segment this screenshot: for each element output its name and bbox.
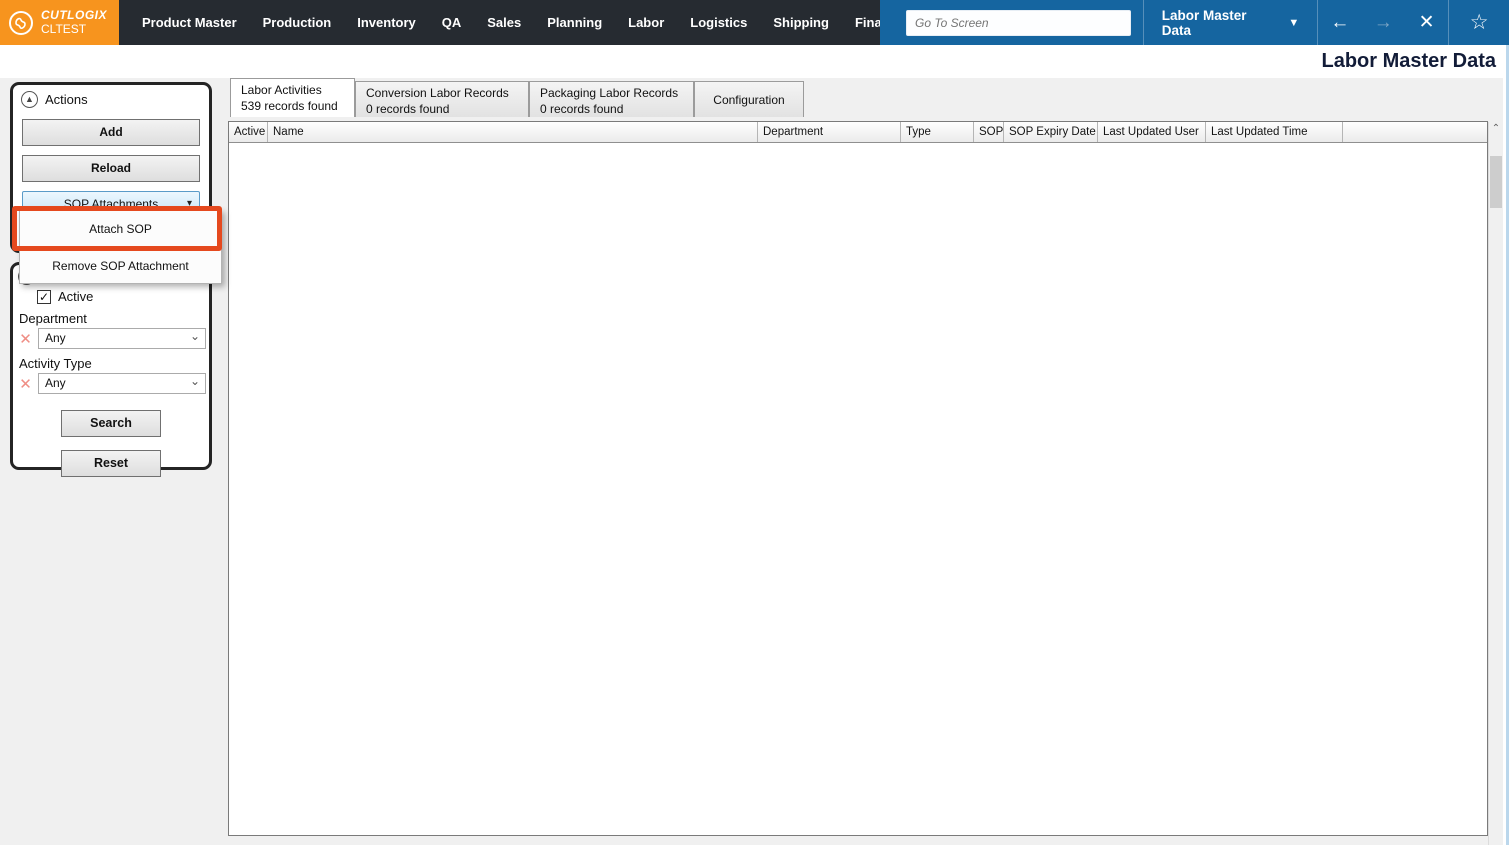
department-select[interactable]: Any ⌄ bbox=[38, 328, 206, 349]
tab-label: Conversion Labor Records bbox=[366, 86, 518, 100]
brand-brain-icon bbox=[7, 9, 35, 37]
chevron-down-icon: ⌄ bbox=[190, 327, 200, 346]
add-button[interactable]: Add bbox=[22, 119, 200, 146]
chevron-down-icon: ▼ bbox=[1288, 17, 1299, 29]
forward-button[interactable]: → bbox=[1362, 12, 1405, 34]
nav-item-labor[interactable]: Labor bbox=[615, 15, 677, 30]
tab-strip: Labor Activities 539 records found Convers… bbox=[230, 78, 804, 117]
nav-item-production[interactable]: Production bbox=[250, 15, 345, 30]
tab-labor-activities[interactable]: Labor Activities 539 records found bbox=[230, 78, 355, 117]
activity-type-select[interactable]: Any ⌄ bbox=[38, 373, 206, 394]
nav-item-product-master[interactable]: Product Master bbox=[129, 15, 250, 30]
tab-packaging-labor-records[interactable]: Packaging Labor Records 0 records found bbox=[529, 81, 694, 117]
vertical-scrollbar[interactable]: ⌃ bbox=[1488, 122, 1503, 845]
close-screen-button[interactable]: ✕ bbox=[1405, 11, 1448, 34]
nav-item-inventory[interactable]: Inventory bbox=[344, 15, 429, 30]
back-button[interactable]: ← bbox=[1318, 12, 1361, 34]
column-header-sop[interactable]: SOP bbox=[974, 122, 1004, 142]
favorite-star-icon[interactable]: ☆ bbox=[1449, 10, 1509, 35]
tab-configuration[interactable]: Configuration bbox=[694, 81, 804, 117]
goto-screen-input[interactable] bbox=[906, 10, 1131, 36]
column-header-department[interactable]: Department bbox=[758, 122, 901, 142]
menu-item-attach-sop[interactable]: Attach SOP bbox=[20, 210, 221, 249]
column-header-type[interactable]: Type bbox=[901, 122, 974, 142]
tab-record-count: 539 records found bbox=[241, 99, 344, 113]
scrollbar-thumb[interactable] bbox=[1490, 156, 1502, 208]
tab-record-count: 0 records found bbox=[366, 102, 518, 116]
top-bar: CUTLOGIX CLTEST Product MasterProduction… bbox=[0, 0, 1509, 45]
brand-name: CUTLOGIX bbox=[41, 9, 107, 22]
reload-button[interactable]: Reload bbox=[22, 155, 200, 182]
tab-label: Labor Activities bbox=[241, 83, 344, 97]
screen-selector-label: Labor Master Data bbox=[1162, 8, 1275, 38]
nav-item-sales[interactable]: Sales bbox=[474, 15, 534, 30]
collapse-panel-icon[interactable]: ▲ bbox=[21, 91, 38, 108]
tab-label: Packaging Labor Records bbox=[540, 86, 683, 100]
nav-item-planning[interactable]: Planning bbox=[534, 15, 615, 30]
department-label: Department bbox=[19, 311, 209, 326]
nav-item-logistics[interactable]: Logistics bbox=[677, 15, 760, 30]
nav-item-shipping[interactable]: Shipping bbox=[760, 15, 842, 30]
labor-activities-grid: ActiveNameDepartmentTypeSOPSOP Expiry Da… bbox=[228, 121, 1488, 836]
activity-type-value: Any bbox=[45, 376, 66, 390]
chevron-down-icon: ⌄ bbox=[190, 372, 200, 391]
grid-header-row: ActiveNameDepartmentTypeSOPSOP Expiry Da… bbox=[229, 122, 1487, 143]
clear-department-icon[interactable]: ✕ bbox=[18, 330, 33, 348]
search-button[interactable]: Search bbox=[61, 410, 161, 437]
nav-item-qa[interactable]: QA bbox=[429, 15, 475, 30]
active-checkbox-label: Active bbox=[58, 289, 93, 304]
environment-name: CLTEST bbox=[41, 23, 107, 36]
menu-item-remove-sop-attachment[interactable]: Remove SOP Attachment bbox=[20, 249, 221, 283]
filter-panel: ▲ ✓ Active Department ✕ Any ⌄ Activity T… bbox=[10, 262, 212, 470]
tab-record-count: 0 records found bbox=[540, 102, 683, 116]
reset-button[interactable]: Reset bbox=[61, 450, 161, 477]
screen-selector-dropdown[interactable]: Labor Master Data ▼ bbox=[1144, 0, 1318, 45]
column-header-name[interactable]: Name bbox=[268, 122, 758, 142]
actions-panel-title: Actions bbox=[45, 92, 88, 107]
app-logo: CUTLOGIX CLTEST bbox=[0, 0, 119, 45]
column-header-sop-expiry-date[interactable]: SOP Expiry Date bbox=[1004, 122, 1098, 142]
active-checkbox[interactable]: ✓ bbox=[37, 290, 51, 304]
top-bar-right: Labor Master Data ▼ ← → ✕ ☆ bbox=[880, 0, 1509, 45]
column-header-active[interactable]: Active bbox=[229, 122, 268, 142]
clear-activity-type-icon[interactable]: ✕ bbox=[18, 375, 33, 393]
title-strip: Labor Master Data bbox=[0, 45, 1509, 78]
activity-type-label: Activity Type bbox=[19, 356, 209, 371]
window-edge bbox=[1503, 45, 1509, 845]
tab-label: Configuration bbox=[713, 93, 784, 107]
tab-conversion-labor-records[interactable]: Conversion Labor Records 0 records found bbox=[355, 81, 529, 117]
page-title: Labor Master Data bbox=[1322, 50, 1497, 73]
column-header-last-updated-user[interactable]: Last Updated User bbox=[1098, 122, 1206, 142]
sop-attachments-menu: Attach SOP Remove SOP Attachment bbox=[19, 209, 222, 284]
column-header-last-updated-time[interactable]: Last Updated Time bbox=[1206, 122, 1343, 142]
scroll-up-arrow-icon[interactable]: ⌃ bbox=[1489, 122, 1503, 138]
department-value: Any bbox=[45, 331, 66, 345]
